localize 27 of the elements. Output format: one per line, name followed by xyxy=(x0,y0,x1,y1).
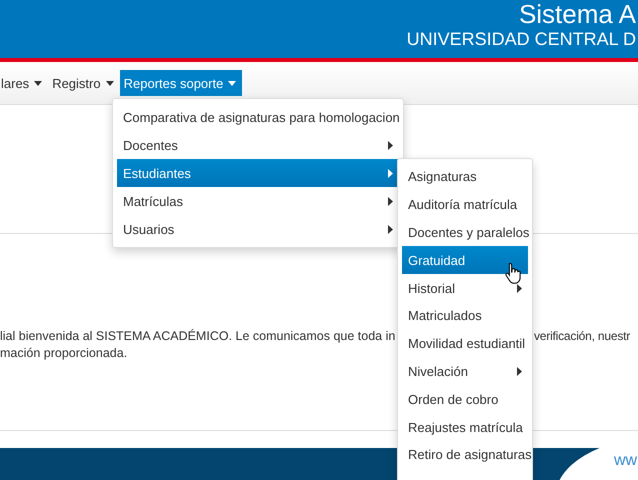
welcome-text: lial bienvenida al SISTEMA ACADÉMICO. Le comunicamos que toda in xyxy=(0,328,396,345)
menu-item[interactable]: Nivelación xyxy=(402,358,528,386)
menu-item[interactable]: Reajustes matrícula xyxy=(402,413,528,441)
site-subtitle: UNIVERSIDAD CENTRAL D xyxy=(406,29,636,50)
nav-menu-item[interactable]: Reportes soporte xyxy=(120,70,242,96)
welcome-text: mación proporcionada. xyxy=(0,345,128,362)
menu-item[interactable]: Estudiantes xyxy=(117,159,399,187)
menu-item[interactable]: Movilidad estudiantil xyxy=(402,330,528,358)
hand-cursor-icon xyxy=(505,262,523,284)
site-title: Sistema A xyxy=(518,0,636,28)
welcome-text: verificación, nuestr xyxy=(534,328,630,345)
nav-menu-item[interactable]: Registro xyxy=(48,70,120,96)
menu-item[interactable]: Comparativa de asignaturas para homologacion xyxy=(117,103,399,131)
nav-menu-item[interactable]: lares xyxy=(0,70,48,96)
menu-item[interactable]: Gratuidad xyxy=(402,246,528,274)
menu-item[interactable]: Matrículas xyxy=(117,187,399,215)
menu-item[interactable]: Asignaturas xyxy=(402,163,528,191)
menu-item[interactable]: Orden de cobro xyxy=(402,385,528,414)
menu-item[interactable]: Matriculados xyxy=(402,302,528,330)
caret-icon xyxy=(34,80,42,86)
menu-item[interactable]: Docentes xyxy=(117,131,399,159)
caret-icon xyxy=(228,80,236,86)
menu-item[interactable]: Auditoría matrícula xyxy=(402,190,528,219)
menu-item[interactable]: Usuarios xyxy=(117,215,399,243)
caret-icon xyxy=(106,80,114,86)
menu-item[interactable]: Docentes y paralelos xyxy=(402,218,528,246)
menu-item[interactable]: Historial xyxy=(402,274,528,302)
